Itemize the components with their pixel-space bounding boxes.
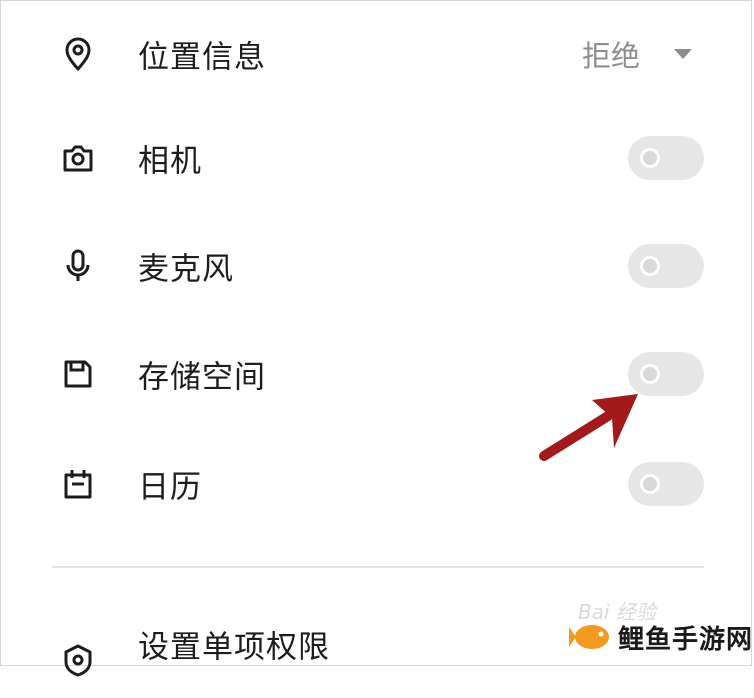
permission-row-microphone: 麦克风 [0, 214, 754, 318]
location-pin-icon [58, 34, 98, 74]
microphone-icon [58, 246, 98, 286]
camera-icon [58, 138, 98, 178]
permission-row-location[interactable]: 位置信息 拒绝 [0, 2, 754, 106]
toggle-knob [640, 364, 660, 384]
calendar-toggle[interactable] [628, 462, 704, 506]
microphone-toggle[interactable] [628, 244, 704, 288]
toggle-knob [640, 148, 660, 168]
permission-label: 日历 [138, 469, 202, 506]
individual-permissions-label: 设置单项权限 [138, 629, 330, 666]
site-watermark: 鲤鱼手游网 [568, 612, 753, 662]
permission-row-camera: 相机 [0, 106, 754, 210]
shield-icon [58, 640, 98, 680]
toggle-knob [640, 256, 660, 276]
permission-label: 麦克风 [138, 251, 234, 288]
fish-logo-icon [569, 625, 609, 649]
save-icon [58, 354, 98, 394]
calendar-icon [58, 464, 98, 504]
camera-toggle[interactable] [628, 136, 704, 180]
permission-label: 存储空间 [138, 359, 266, 396]
toggle-knob [640, 474, 660, 494]
location-select-value[interactable]: 拒绝 [582, 33, 640, 75]
chevron-down-icon[interactable] [674, 49, 692, 59]
permission-label: 相机 [138, 143, 202, 180]
section-divider [52, 566, 704, 568]
red-arrow-icon [539, 394, 638, 461]
site-watermark-text: 鲤鱼手游网 [618, 624, 754, 655]
permission-label: 位置信息 [138, 39, 266, 76]
